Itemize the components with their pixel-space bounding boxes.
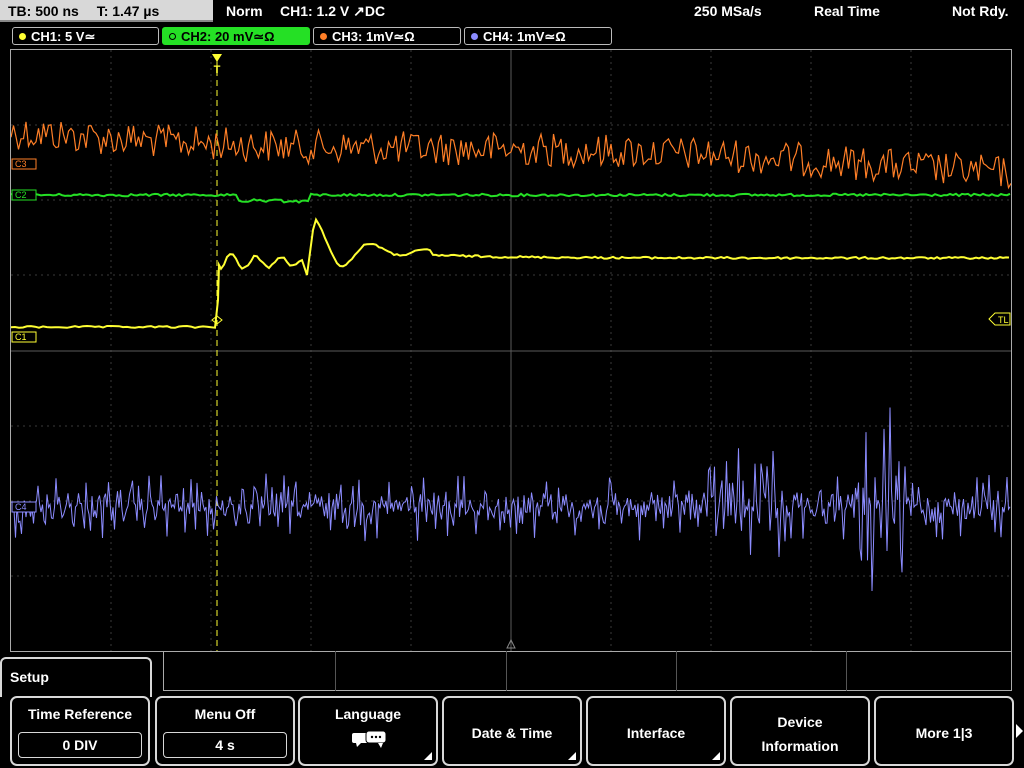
ch2-offset-marker[interactable]: C2 [11,189,37,201]
speech-bubbles-icon [352,730,387,748]
menu-off-value: 4 s [163,732,287,758]
softkey-label: Interface [626,725,686,741]
softkey-label: Device [777,714,823,730]
softkey-device-information[interactable]: Device Information [730,696,870,766]
softkey-label: Date & Time [471,725,553,741]
trigger-info[interactable]: CH1: 1.2 V ↗DC [280,0,385,22]
softkey-label: Menu Off [194,706,256,722]
menu-title: Setup [10,669,49,685]
channel-tab-ch3[interactable]: CH3: 1mV≃Ω [313,27,461,45]
softkey-label: Time Reference [27,706,132,722]
acquisition-mode: Real Time [814,3,880,19]
submenu-indicator-icon [712,752,720,760]
channel-tab-ch1[interactable]: CH1: 5 V≃ [12,27,159,45]
ch4-offset-marker[interactable]: C4 [11,501,37,513]
channel-tab-ch4[interactable]: CH4: 1mV≃Ω [464,27,612,45]
c1-label: C1 [15,332,27,342]
softkey-label-line2: Information [761,738,839,754]
softkey-label: Language [334,706,402,722]
submenu-indicator-icon [568,752,576,760]
center-axes [11,50,1011,651]
time-reference-value: 0 DIV [18,732,142,758]
trigger-pos-label: T [214,64,221,76]
softkey-more[interactable]: More 1|3 [874,696,1014,766]
timebase-readout[interactable]: TB: 500 ns T: 1.47 µs [0,0,213,22]
status-bar: Norm CH1: 1.2 V ↗DC 250 MSa/s Real Time … [216,0,1024,22]
ch2-color-dot [169,33,176,41]
acquisition-state: Not Rdy. [952,3,1009,19]
c2-label: C2 [15,190,27,200]
timebase-value: TB: 500 ns [8,3,79,19]
ch1-label: CH1: 5 V≃ [31,29,96,44]
ch3-label: CH3: 1mV≃Ω [332,29,415,44]
sample-rate: 250 MSa/s [694,3,762,19]
ch4-label: CH4: 1mV≃Ω [483,29,566,44]
waveform-canvas: T C3 C2 C1 C4 TL [11,50,1011,651]
ch4-color-dot [471,33,478,41]
trigger-position-marker[interactable]: T [212,54,222,76]
ch3-offset-marker[interactable]: C3 [11,158,37,170]
ch1-color-dot [19,33,26,41]
submenu-indicator-icon [424,752,432,760]
ch1-waveform [11,217,1010,329]
next-page-arrow-icon[interactable] [1015,696,1024,766]
channel-tab-ch2[interactable]: CH2: 20 mV≃Ω [162,27,310,45]
softkey-date-time[interactable]: Date & Time [442,696,582,766]
ch1-offset-marker[interactable]: C1 [11,331,37,343]
c4-label: C4 [15,502,27,512]
trigger-level-marker[interactable]: TL [988,312,1011,326]
softkey-time-reference[interactable]: Time Reference 0 DIV [10,696,150,766]
trigger-level-label: TL [998,315,1009,325]
trigger-mode[interactable]: Norm [226,0,263,22]
waveform-display[interactable]: T C3 C2 C1 C4 TL [10,49,1012,652]
auxiliary-strip [163,651,1012,691]
ch3-color-dot [320,33,327,41]
softkey-label: More 1|3 [915,725,973,741]
c3-label: C3 [15,159,27,169]
softkey-menu-off[interactable]: Menu Off 4 s [155,696,295,766]
softkey-language[interactable]: Language [298,696,438,766]
ch2-label: CH2: 20 mV≃Ω [181,29,275,44]
trigger-time-value: T: 1.47 µs [96,3,160,19]
menu-title-tab: Setup [0,657,152,697]
softkey-interface[interactable]: Interface [586,696,726,766]
